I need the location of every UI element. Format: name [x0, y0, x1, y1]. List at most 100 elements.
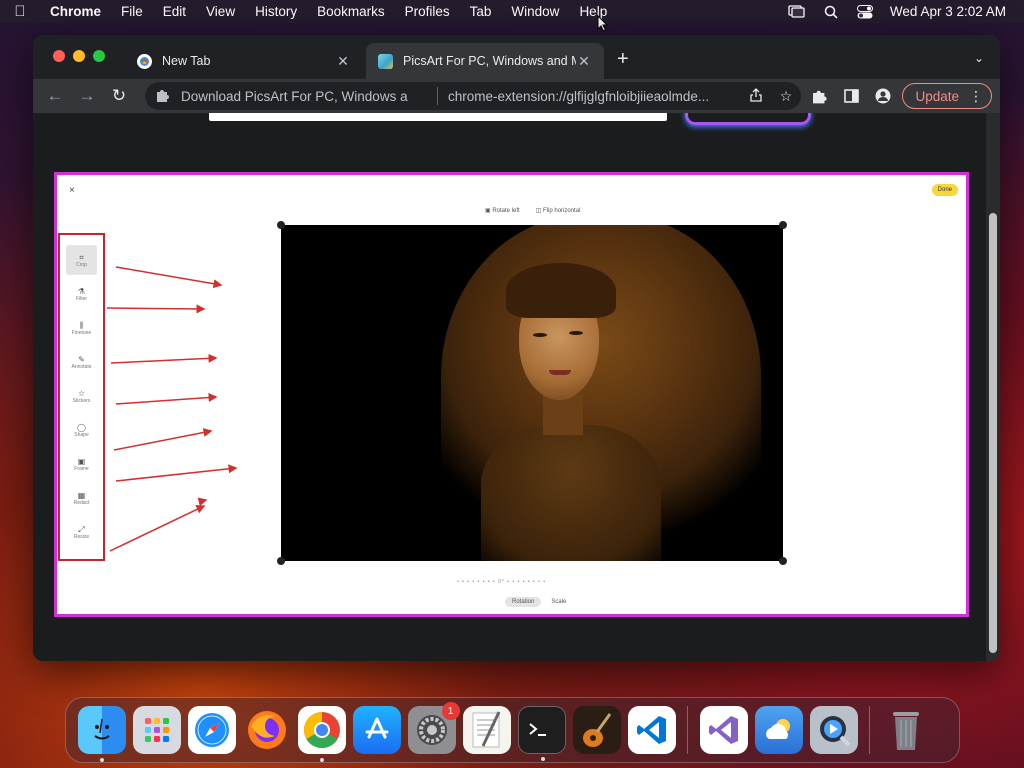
tab-strip: New Tab ✕ PicsArt For PC, Windows and M …	[33, 35, 1000, 79]
trash-icon[interactable]	[882, 706, 930, 754]
menu-clock[interactable]: Wed Apr 3 2:02 AM	[882, 4, 1006, 19]
omnibox-divider	[437, 87, 438, 105]
window-controls	[53, 50, 105, 62]
crop-handle-bottom-right[interactable]	[779, 557, 787, 565]
update-button[interactable]: Update ⋮	[902, 83, 992, 109]
close-tab-icon[interactable]: ✕	[335, 53, 351, 70]
page-search-field[interactable]	[209, 113, 667, 121]
chrome-icon[interactable]	[297, 706, 346, 762]
menu-bookmarks[interactable]: Bookmarks	[307, 4, 395, 19]
extensions-puzzle-icon[interactable]	[806, 82, 832, 110]
settings-icon[interactable]: 1	[407, 702, 460, 754]
forward-arrow-icon[interactable]: →	[71, 86, 103, 106]
editor-top-actions: ▣ Rotate left ◫ Flip horizontal	[485, 207, 580, 214]
profile-avatar-icon[interactable]	[870, 82, 896, 110]
menu-edit[interactable]: Edit	[153, 4, 196, 19]
tab-picsart[interactable]: PicsArt For PC, Windows and M ✕	[366, 43, 604, 79]
menu-file[interactable]: File	[111, 4, 153, 19]
crop-handle-top-right[interactable]	[779, 221, 787, 229]
launchpad-icon[interactable]	[132, 706, 181, 754]
menu-profiles[interactable]: Profiles	[395, 4, 460, 19]
spotlight-search-icon[interactable]	[814, 5, 848, 19]
image-editor-modal: × Done ▣ Rotate left ◫ Flip horizontal ⌗…	[54, 172, 969, 617]
tab-title: PicsArt For PC, Windows and M	[403, 54, 576, 68]
firefox-icon[interactable]	[243, 706, 291, 754]
terminal-icon[interactable]	[517, 706, 566, 761]
crop-handle-bottom-left[interactable]	[277, 557, 285, 565]
menu-history[interactable]: History	[245, 4, 307, 19]
apple-icon[interactable]: 	[0, 3, 40, 20]
update-label: Update	[915, 88, 959, 104]
scrollbar-thumb[interactable]	[989, 213, 997, 653]
side-panel-icon[interactable]	[838, 82, 864, 110]
control-center-icon[interactable]	[848, 4, 882, 19]
textedit-icon[interactable]	[462, 706, 511, 754]
close-tab-icon[interactable]: ✕	[576, 53, 592, 70]
back-arrow-icon[interactable]: ←	[39, 86, 71, 106]
dock-separator	[687, 706, 688, 754]
menu-help[interactable]: Help	[569, 4, 617, 19]
tab-scale[interactable]: Scale	[549, 597, 568, 607]
photo-hair-top	[506, 263, 616, 318]
crop-handle-top-left[interactable]	[277, 221, 285, 229]
running-indicator	[319, 758, 324, 762]
dock: 1	[65, 697, 960, 763]
page-scrollbar[interactable]	[986, 113, 1000, 661]
annotation-arrows	[106, 266, 238, 552]
reload-icon[interactable]: ↻	[103, 86, 135, 106]
arrow	[115, 266, 223, 289]
arrow	[115, 464, 238, 482]
vscode-icon[interactable]	[627, 706, 676, 754]
close-window-button[interactable]	[53, 50, 65, 62]
photo-body	[481, 425, 661, 561]
tab-new-tab[interactable]: New Tab ✕	[125, 43, 363, 79]
browser-toolbar: ← → ↻ Download PicsArt For PC, Windows a…	[33, 79, 1000, 113]
photo-mouth	[549, 370, 571, 375]
done-button[interactable]: Done	[931, 184, 958, 196]
menu-app-name[interactable]: Chrome	[40, 4, 111, 19]
photo-eye	[569, 331, 583, 335]
bookmark-star-icon[interactable]: ☆	[771, 88, 801, 105]
app-store-icon[interactable]	[352, 706, 401, 754]
photo-canvas[interactable]	[281, 225, 783, 561]
more-menu-icon[interactable]: ⋮	[969, 88, 983, 105]
guitar-icon[interactable]	[572, 706, 621, 754]
zoom-window-button[interactable]	[93, 50, 105, 62]
chrome-favicon-icon	[137, 53, 152, 69]
running-indicator	[540, 757, 545, 761]
tab-search-chevron-icon[interactable]: ⌄	[974, 51, 984, 65]
menu-tab[interactable]: Tab	[460, 4, 502, 19]
dock-separator	[869, 706, 870, 754]
omnibox-page-title: Download PicsArt For PC, Windows a	[181, 88, 408, 104]
quicktime-icon[interactable]	[809, 706, 858, 754]
photo-neck	[543, 395, 583, 435]
toolbar-actions: Update ⋮	[806, 82, 992, 110]
safari-icon[interactable]	[187, 706, 236, 754]
page-viewport: × Done ▣ Rotate left ◫ Flip horizontal ⌗…	[33, 113, 986, 661]
omnibox-url[interactable]: chrome-extension://glfijglgfnloibjiieaol…	[448, 89, 741, 104]
finder-icon[interactable]	[77, 706, 126, 762]
arrow	[106, 304, 206, 314]
menu-window[interactable]: Window	[501, 4, 569, 19]
arrow	[109, 505, 206, 552]
arrow	[197, 497, 208, 507]
address-bar[interactable]: Download PicsArt For PC, Windows a chrom…	[145, 82, 801, 110]
menu-view[interactable]: View	[196, 4, 245, 19]
new-tab-icon[interactable]: +	[617, 49, 629, 69]
tab-rotation[interactable]: Rotation	[505, 597, 542, 607]
visual-studio-icon[interactable]	[699, 706, 748, 754]
arrow	[110, 353, 218, 364]
photo-eye	[533, 333, 547, 337]
share-icon[interactable]	[741, 87, 771, 105]
minimize-window-button[interactable]	[73, 50, 85, 62]
arrow	[115, 393, 218, 405]
picsart-favicon-icon	[378, 53, 393, 69]
page-glow-button[interactable]	[685, 113, 811, 125]
arrow	[113, 428, 213, 451]
flip-horizontal-button[interactable]: ◫ Flip horizontal	[536, 207, 581, 214]
rotation-slider[interactable]: • • • • • • • • 0° • • • • • • • •	[457, 579, 546, 585]
weather-icon[interactable]	[754, 706, 803, 754]
screen-mirroring-icon[interactable]	[780, 5, 814, 18]
chrome-window: New Tab ✕ PicsArt For PC, Windows and M …	[33, 35, 1000, 661]
rotate-left-button[interactable]: ▣ Rotate left	[485, 207, 520, 214]
